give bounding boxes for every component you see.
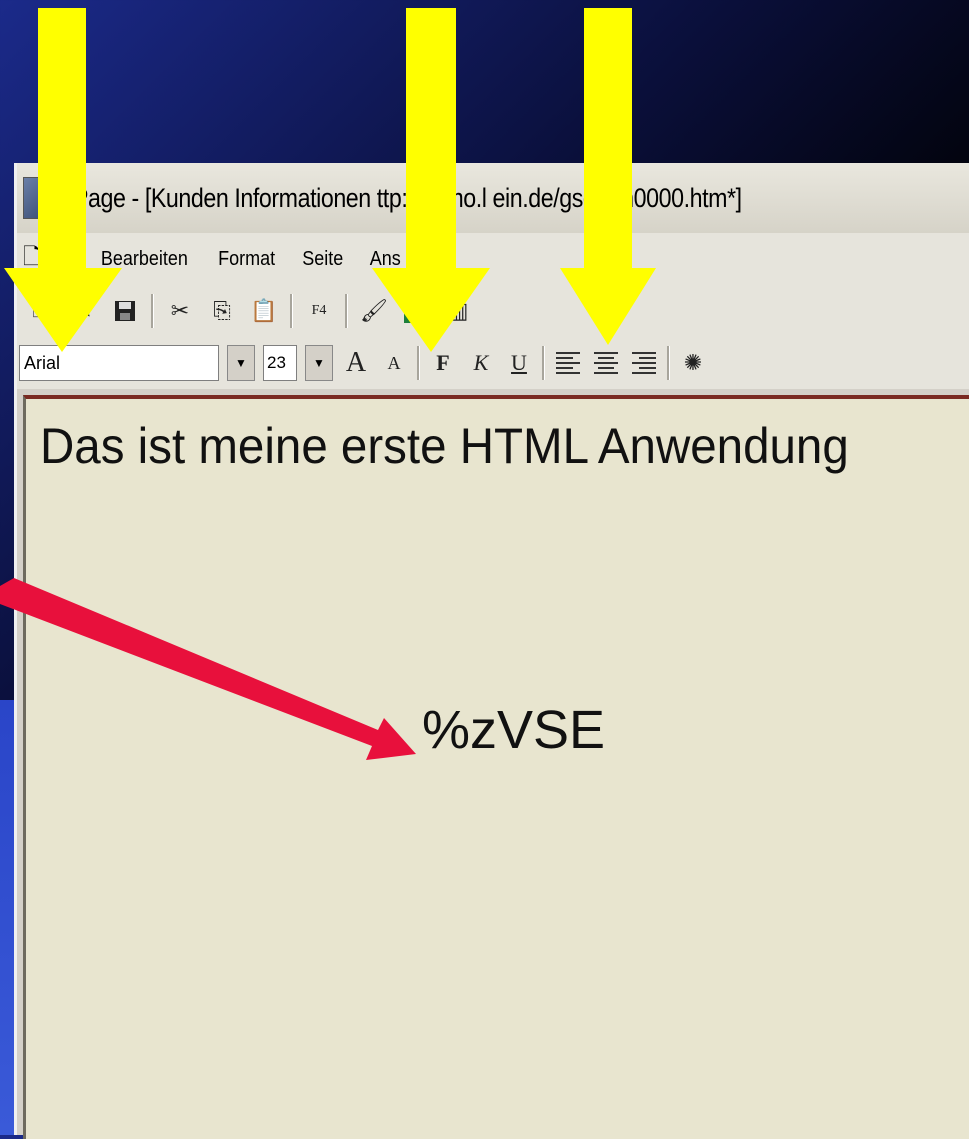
highlight-arrow-font	[0, 8, 656, 760]
